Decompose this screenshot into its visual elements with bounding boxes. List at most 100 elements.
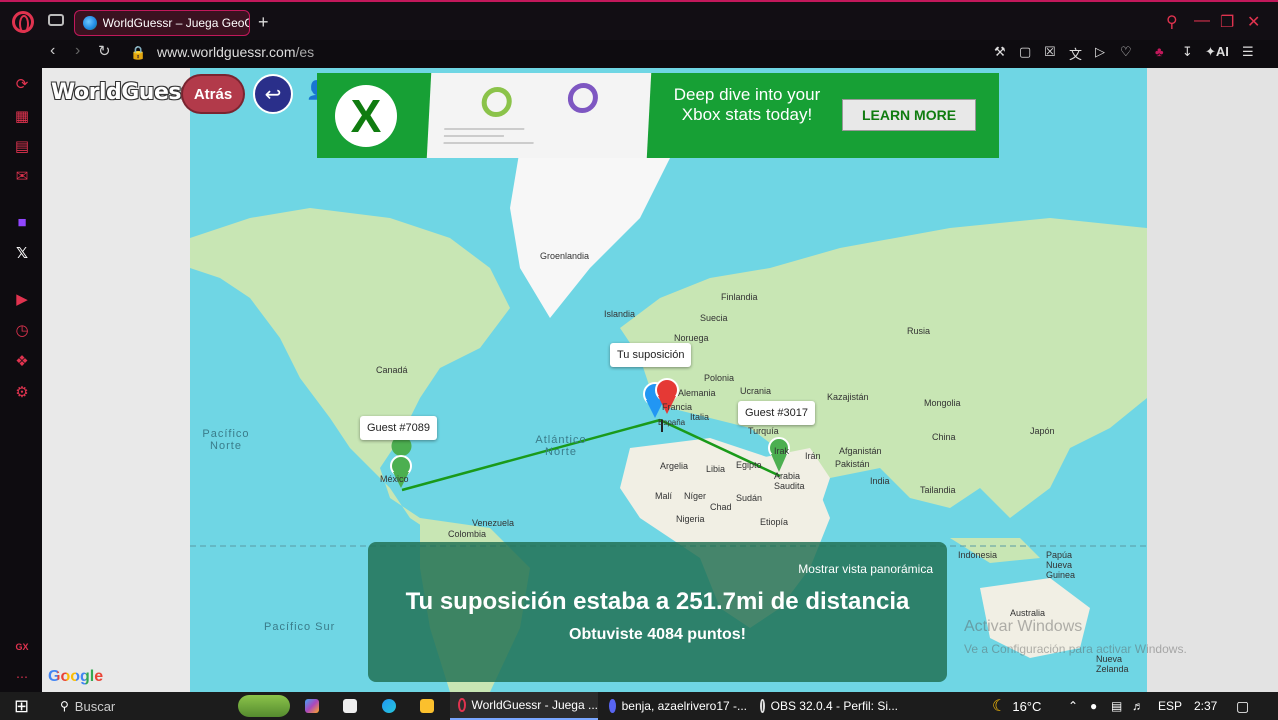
mic-icon[interactable]: ●	[1090, 692, 1097, 720]
gear-icon[interactable]: ⚙	[13, 384, 31, 402]
opera-menu-icon[interactable]	[12, 11, 34, 33]
label-suecia: Suecia	[700, 313, 728, 323]
x-icon[interactable]: 𝕏	[13, 245, 31, 263]
return-button[interactable]: ↩	[253, 74, 293, 114]
google-wordmark: Google	[48, 668, 104, 685]
label-niger: Níger	[684, 491, 707, 501]
label-espana: España	[658, 418, 686, 427]
label-italia: Italia	[690, 412, 710, 422]
label-argelia: Argelia	[660, 461, 689, 471]
ad-line	[444, 128, 525, 130]
store-icon[interactable]	[343, 692, 357, 720]
taskbar-app-obs[interactable]: OBS 32.0.4 - Perfil: Si...	[754, 692, 898, 720]
label-kazajistan: Kazajistán	[827, 392, 869, 402]
label-mali: Malí	[655, 491, 673, 501]
temperature: 16°C	[1012, 698, 1042, 714]
taskbar-search-label: Buscar	[74, 698, 116, 714]
label-sudan: Sudán	[736, 493, 763, 503]
label-finlandia: Finlandia	[721, 292, 758, 302]
speed-icon[interactable]: ⟳	[13, 76, 31, 94]
extension-icon[interactable]: ♣	[1155, 44, 1164, 59]
puzzle-icon[interactable]: ❖	[13, 353, 31, 371]
download-icon[interactable]: ↧	[1182, 44, 1193, 60]
language-indicator[interactable]: ESP	[1158, 692, 1182, 720]
label-islandia: Islandia	[604, 309, 636, 319]
points-text: Obtuviste 4084 puntos!	[569, 626, 746, 643]
twitch-icon[interactable]: ■	[13, 214, 31, 232]
reload-icon[interactable]: ↻	[98, 42, 111, 60]
tab-worldguessr[interactable]: WorldGuessr – Juega GeoG	[74, 10, 250, 36]
lock-icon: 🔒	[130, 45, 147, 60]
taskbar-search[interactable]: ⚲ Buscar	[60, 692, 230, 720]
label-etiopia: Etiopía	[760, 517, 789, 527]
your-guess-callout: Tu suposición	[610, 343, 692, 367]
label-nueva-zelanda: Nueva Zelanda	[1096, 654, 1129, 674]
network-icon[interactable]: ▤	[1111, 692, 1122, 720]
google-logo: Google	[48, 668, 103, 686]
forward-icon[interactable]: ›	[75, 42, 80, 60]
back-icon[interactable]: ‹	[50, 42, 55, 60]
label-colombia: Colombia	[448, 529, 487, 539]
moon-icon: ☾	[992, 698, 1007, 715]
start-icon[interactable]: ⊞	[14, 692, 29, 720]
more-icon[interactable]: ⋯	[13, 668, 31, 686]
label-polonia: Polonia	[704, 373, 735, 383]
history-icon[interactable]: ◷	[13, 322, 31, 340]
widget-thumbnail[interactable]	[238, 692, 290, 720]
copilot-icon[interactable]	[305, 692, 319, 720]
weather-widget[interactable]: ☾ 16°C	[992, 692, 1041, 720]
close-button[interactable]: ✕	[1247, 12, 1260, 32]
right-gutter	[1147, 68, 1278, 692]
play-icon[interactable]: ▷	[1095, 44, 1105, 60]
xbox-logo-icon: X	[335, 85, 397, 147]
tab-bar: WorldGuessr – Juega GeoG + ⚲ — ❐ ✕	[0, 0, 1278, 40]
mail-icon[interactable]: ✉	[13, 168, 31, 186]
volume-icon[interactable]: ♬	[1132, 692, 1144, 720]
left-gutter	[42, 68, 190, 692]
maximize-button[interactable]: ❐	[1220, 12, 1234, 32]
label-mongolia: Mongolia	[924, 398, 961, 408]
player-icon[interactable]: ▶	[13, 291, 31, 309]
back-button[interactable]: Atrás	[183, 76, 243, 112]
learn-more-button[interactable]: LEARN MORE	[842, 99, 976, 131]
ad-chart-ring-2	[567, 83, 599, 113]
label-india: India	[870, 476, 890, 486]
ad-chart-ring-1	[480, 87, 513, 117]
label-libia: Libia	[706, 464, 726, 474]
label-china: China	[932, 432, 956, 442]
label-ucrania: Ucrania	[740, 386, 772, 396]
ad-line	[443, 135, 504, 137]
settings-easy-icon[interactable]: ☰	[1242, 44, 1254, 60]
taskbar-app-label: WorldGuessr - Juega ...	[471, 698, 599, 712]
label-indonesia: Indonesia	[958, 550, 998, 560]
chevron-up-icon[interactable]: ⌃	[1068, 692, 1078, 720]
snapshot-icon[interactable]: ▢	[1019, 44, 1031, 60]
taskbar-app-opera[interactable]: WorldGuessr - Juega ...	[450, 692, 598, 720]
gx-label: GX	[15, 642, 29, 652]
explorer-icon[interactable]	[420, 692, 434, 720]
label-iraq: Irak	[774, 446, 790, 456]
search-icon[interactable]: ⚲	[1166, 12, 1178, 32]
clock[interactable]: 2:37	[1194, 692, 1217, 720]
edge-icon[interactable]	[382, 692, 396, 720]
adblock-icon[interactable]: ☒	[1044, 44, 1056, 60]
taskbar-app-discord[interactable]: benja, azaelrivero17 -...	[603, 692, 747, 720]
label-pakistan: Pakistán	[835, 459, 870, 469]
show-panorama-link[interactable]: Mostrar vista panorámica	[798, 562, 933, 576]
tab-title: WorldGuessr – Juega GeoG	[102, 16, 249, 30]
heart-icon[interactable]: ♡	[1120, 44, 1132, 60]
shop-icon[interactable]: ▤	[13, 138, 31, 156]
new-tab-button[interactable]: +	[258, 12, 269, 33]
tab-manager-icon[interactable]	[48, 14, 64, 26]
url-field[interactable]: www.worldguessr.com/es	[157, 44, 314, 60]
label-alemania: Alemania	[678, 388, 716, 398]
minimize-button[interactable]: —	[1194, 12, 1210, 30]
pin-icon[interactable]: ⚒	[994, 44, 1006, 60]
xbox-ad-banner[interactable]: X Deep dive into your Xbox stats today! …	[317, 73, 999, 158]
ai-button[interactable]: ✦AI	[1205, 44, 1229, 60]
activate-windows-title: Activar Windows	[964, 618, 1083, 635]
notifications-icon[interactable]: ▢	[1236, 692, 1249, 720]
label-iran: Irán	[805, 451, 821, 461]
translate-icon[interactable]: 文	[1069, 44, 1082, 63]
bag-icon[interactable]: ▦	[13, 108, 31, 126]
